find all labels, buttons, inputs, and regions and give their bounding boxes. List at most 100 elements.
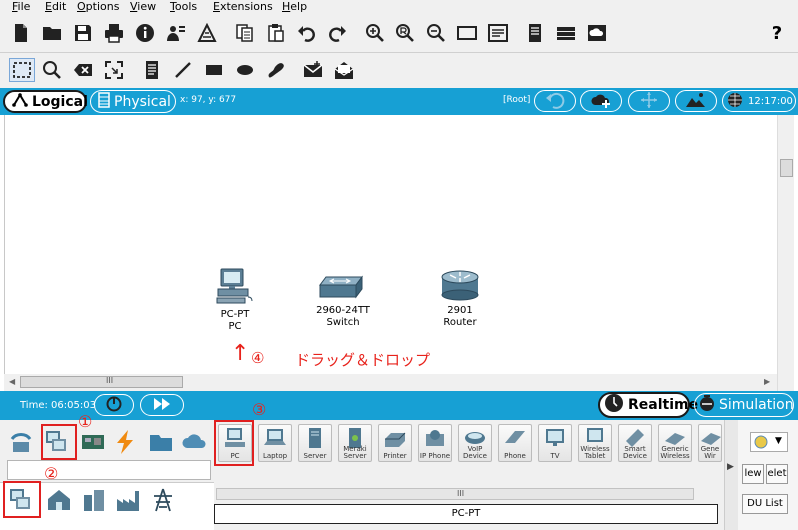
pc-device[interactable]: PC-PT PC <box>210 267 260 333</box>
device-search-input[interactable] <box>7 460 211 480</box>
delete-icon[interactable] <box>72 59 94 81</box>
device-laptop[interactable]: Laptop <box>258 424 292 462</box>
switch-device[interactable]: 2960-24TT Switch <box>313 275 373 329</box>
category-miscellaneous[interactable] <box>146 427 176 457</box>
category-network-devices[interactable] <box>6 427 36 457</box>
panel-divider[interactable]: ▶ <box>724 420 738 530</box>
device-list-scrollbar[interactable]: III <box>214 486 722 502</box>
redo-icon[interactable] <box>326 22 348 44</box>
draw-ellipse-icon[interactable] <box>234 59 256 81</box>
scenario-select[interactable]: ▼ <box>750 432 788 452</box>
realtime-mode-button[interactable]: Realtime <box>598 392 698 418</box>
fast-forward-button[interactable] <box>140 394 184 416</box>
horizontal-scroll-thumb[interactable]: III <box>20 376 183 388</box>
viewport-clock[interactable]: 12:17:00 <box>722 90 796 112</box>
zoom-out-icon[interactable] <box>425 22 447 44</box>
cloud-icon[interactable] <box>586 22 608 44</box>
switch-model-label: 2960-24TT <box>316 305 370 316</box>
simulation-mode-button[interactable]: Simulation <box>694 393 794 417</box>
paste-icon[interactable] <box>265 22 287 44</box>
menu-tools[interactable]: Tools <box>170 0 197 14</box>
info-icon[interactable] <box>134 22 156 44</box>
device-printer[interactable]: Printer <box>378 424 412 462</box>
zoom-in-icon[interactable] <box>364 22 386 44</box>
draw-rectangle-icon[interactable] <box>203 59 225 81</box>
menu-view[interactable]: View <box>130 0 156 14</box>
resize-shape-icon[interactable] <box>103 59 125 81</box>
copy-icon[interactable] <box>234 22 256 44</box>
workspace-horizontal-scrollbar[interactable]: ◀ III ▶ <box>4 374 777 391</box>
subcategory-power-grid[interactable] <box>148 485 178 515</box>
network-info-icon[interactable] <box>165 22 187 44</box>
category-multiuser[interactable] <box>180 427 210 457</box>
device-generic-wireless[interactable]: Generic Wireless <box>658 424 692 462</box>
pdu-list-button[interactable]: DU List <box>742 494 788 514</box>
device-template-icon[interactable] <box>555 22 577 44</box>
move-object-button[interactable] <box>628 90 670 112</box>
add-complex-pdu-icon[interactable] <box>333 59 355 81</box>
logical-workspace[interactable]: PC-PT PC 2960-24TT Switch 2901 Router ↑ … <box>4 115 777 374</box>
new-file-icon[interactable] <box>10 22 32 44</box>
device-ip-phone[interactable]: IP Phone <box>418 424 452 462</box>
device-voip[interactable]: VoIP Device <box>458 424 492 462</box>
print-icon[interactable] <box>103 22 125 44</box>
add-simple-pdu-icon[interactable] <box>302 59 324 81</box>
undo-icon[interactable] <box>296 22 318 44</box>
device-scroll-thumb[interactable]: III <box>216 488 694 500</box>
new-scenario-button[interactable]: lew <box>742 464 764 484</box>
factory-icon <box>117 491 139 511</box>
save-icon[interactable] <box>72 22 94 44</box>
menu-extensions[interactable]: Extensions <box>213 0 273 14</box>
device-voip-label: VoIP Device <box>463 445 487 460</box>
device-server[interactable]: Server <box>298 424 332 462</box>
drawing-palette-icon[interactable] <box>456 22 478 44</box>
select-icon[interactable] <box>9 58 35 82</box>
device-generic-wireless-label: Generic Wireless <box>660 445 690 460</box>
menu-options[interactable]: Options <box>77 0 119 14</box>
menu-file[interactable]: File <box>12 0 30 14</box>
subcategory-smart-city[interactable] <box>79 485 109 515</box>
delete-scenario-button[interactable]: elet <box>766 464 788 484</box>
root-breadcrumb[interactable]: [Root] <box>503 95 530 105</box>
note-icon[interactable] <box>524 22 546 44</box>
vertical-scroll-thumb[interactable] <box>780 159 793 177</box>
device-generic-wired[interactable]: Gene Wir <box>698 424 722 462</box>
category-components[interactable] <box>78 427 108 457</box>
device-phone[interactable]: Phone <box>498 424 532 462</box>
expand-arrow-icon[interactable]: ▶ <box>727 462 734 472</box>
zoom-reset-icon[interactable] <box>394 22 416 44</box>
draw-line-icon[interactable] <box>172 59 194 81</box>
help-icon[interactable]: ? <box>766 22 788 44</box>
logical-tab[interactable]: Logical <box>3 90 88 113</box>
open-folder-icon[interactable] <box>41 22 63 44</box>
device-phone-label: Phone <box>504 452 526 460</box>
back-level-button[interactable] <box>534 90 576 112</box>
set-background-button[interactable] <box>675 90 717 112</box>
menu-help[interactable]: Help <box>282 0 307 14</box>
workspace-vertical-scrollbar[interactable] <box>777 115 794 391</box>
subcategory-industrial[interactable] <box>113 485 143 515</box>
buildings-icon <box>84 490 104 511</box>
scroll-left-icon[interactable]: ◀ <box>9 377 15 386</box>
freeform-icon[interactable] <box>265 59 287 81</box>
device-server-label: Server <box>303 452 327 460</box>
router-device[interactable]: 2901 Router <box>435 269 485 329</box>
subcategory-home[interactable] <box>44 485 74 515</box>
custom-device-dialog-icon[interactable] <box>487 22 509 44</box>
scroll-right-icon[interactable]: ▶ <box>764 377 770 386</box>
device-tv[interactable]: TV <box>538 424 572 462</box>
device-wireless-tablet[interactable]: Wireless Tablet <box>578 424 612 462</box>
new-cluster-button[interactable] <box>580 90 622 112</box>
pdu-panel: ▼ lew elet DU List <box>738 420 798 530</box>
device-meraki-server[interactable]: Meraki Server <box>338 424 372 462</box>
lightning-icon <box>117 430 133 454</box>
physical-tab[interactable]: Physical <box>90 90 176 113</box>
category-connections[interactable] <box>110 427 140 457</box>
inspect-icon[interactable] <box>41 59 63 81</box>
activity-wizard-icon[interactable] <box>196 22 218 44</box>
menu-edit[interactable]: Edit <box>45 0 66 14</box>
power-cycle-button[interactable] <box>94 394 134 416</box>
place-note-icon[interactable] <box>141 59 163 81</box>
fast-forward-icon <box>152 397 172 414</box>
device-smart-device[interactable]: Smart Device <box>618 424 652 462</box>
